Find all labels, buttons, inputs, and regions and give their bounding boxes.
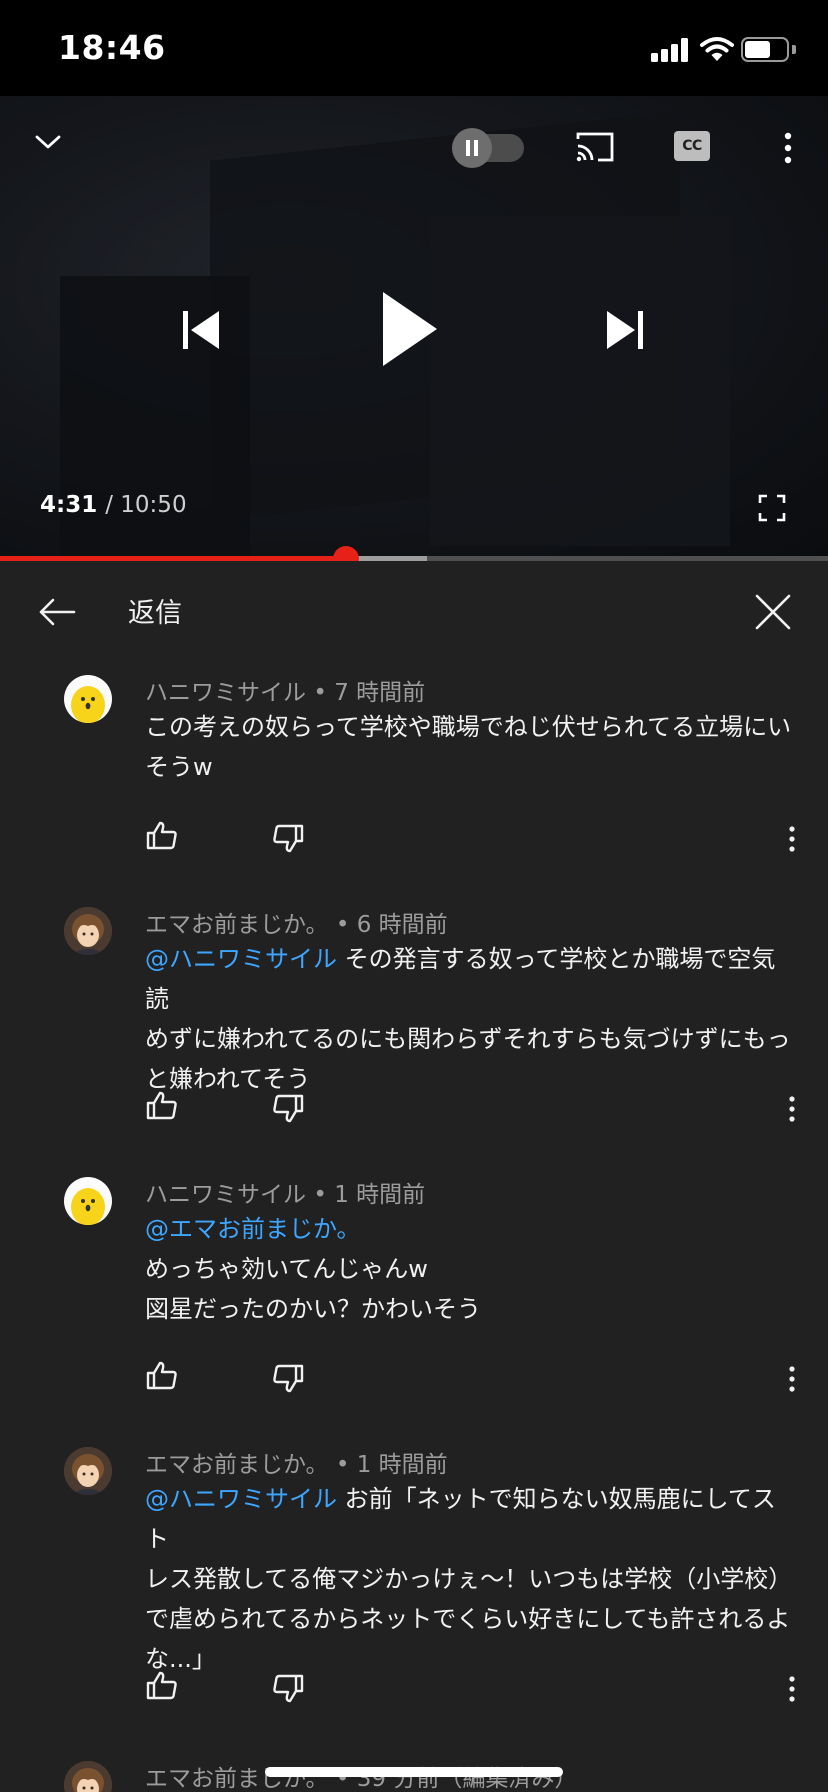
status-bar: 18:46 bbox=[0, 0, 828, 96]
collapse-button[interactable] bbox=[26, 120, 70, 164]
more-vert-icon bbox=[789, 1096, 795, 1122]
comment-actions bbox=[0, 1355, 828, 1399]
replies-title: 返信 bbox=[128, 598, 182, 629]
duration: / 10:50 bbox=[105, 492, 187, 518]
thumb-down-icon bbox=[273, 824, 304, 853]
avatar[interactable] bbox=[64, 1177, 112, 1225]
comment-more-button[interactable] bbox=[778, 819, 806, 859]
mention-link[interactable]: @ハニワミサイル bbox=[145, 1485, 337, 1513]
person-avatar bbox=[64, 1761, 112, 1792]
avatar[interactable] bbox=[64, 907, 112, 955]
comment-time: • 7 時間前 bbox=[313, 680, 426, 706]
comment-author[interactable]: エマお前まじか。 bbox=[145, 912, 329, 938]
comment-meta: ハニワミサイル • 7 時間前 bbox=[145, 673, 425, 707]
comment-line: @ハニワミサイル お前「ネットで知らない奴馬鹿にしてスト bbox=[145, 1479, 795, 1559]
comment-line: この考えの奴らって学校や職場でねじ伏せられてる立場にい bbox=[145, 713, 792, 741]
more-vert-icon bbox=[789, 1676, 795, 1702]
next-button[interactable] bbox=[600, 300, 650, 360]
comment-line: めっちゃ効いてんじゃんw bbox=[145, 1255, 428, 1283]
comment-text: @ハニワミサイル お前「ネットで知らない奴馬鹿にしてスト レス発散してる俺マジか… bbox=[145, 1479, 795, 1679]
dislike-button[interactable] bbox=[268, 819, 308, 859]
play-button[interactable] bbox=[374, 284, 444, 374]
fullscreen-icon bbox=[758, 494, 786, 522]
wifi-icon bbox=[700, 37, 734, 61]
chick-avatar bbox=[71, 1188, 105, 1225]
skip-previous-icon bbox=[183, 311, 219, 349]
previous-button[interactable] bbox=[176, 300, 226, 360]
like-button[interactable] bbox=[142, 1665, 182, 1705]
avatar[interactable] bbox=[64, 1761, 112, 1792]
cellular-signal-icon bbox=[651, 38, 689, 62]
cast-icon bbox=[576, 132, 614, 162]
mention-link[interactable]: @ハニワミサイル bbox=[145, 945, 337, 973]
cast-button[interactable] bbox=[570, 126, 620, 168]
comment-actions bbox=[0, 815, 828, 859]
comment-meta: エマお前まじか。 • 1 時間前 bbox=[145, 1445, 448, 1479]
comment-author[interactable]: ハニワミサイル bbox=[145, 680, 306, 706]
replies-header: 返信 bbox=[0, 561, 828, 661]
comment-line: めずに嫌われてるのにも関わらずそれすらも気づけずにもっ bbox=[145, 1025, 791, 1053]
captions-button[interactable]: CC bbox=[674, 131, 710, 161]
comment-meta: ハニワミサイル • 1 時間前 bbox=[145, 1175, 425, 1209]
fullscreen-button[interactable] bbox=[752, 488, 792, 528]
close-button[interactable] bbox=[748, 587, 798, 637]
like-button[interactable] bbox=[142, 1355, 182, 1395]
dislike-button[interactable] bbox=[268, 1359, 308, 1399]
back-button[interactable] bbox=[34, 589, 80, 635]
comment-more-button[interactable] bbox=[778, 1669, 806, 1709]
comment-text: @ハニワミサイル その発言する奴って学校とか職場で空気読 めずに嫌われてるのにも… bbox=[145, 939, 795, 1099]
pause-toggle-icon bbox=[452, 128, 492, 168]
more-vert-icon bbox=[784, 132, 792, 164]
comment-author[interactable]: ハニワミサイル bbox=[145, 1182, 306, 1208]
thumb-up-icon bbox=[146, 1361, 177, 1390]
home-indicator[interactable] bbox=[265, 1767, 563, 1777]
comment-line: 図星だったのかい？かわいそう bbox=[145, 1295, 481, 1323]
status-time: 18:46 bbox=[58, 28, 166, 67]
comment-text: この考えの奴らって学校や職場でねじ伏せられてる立場にい そうw bbox=[145, 707, 795, 787]
skip-next-icon bbox=[607, 311, 643, 349]
play-icon bbox=[383, 292, 437, 366]
comment-line: で虐められてるからネットでくらい好きにしても許されるよ bbox=[145, 1605, 791, 1633]
comment-more-button[interactable] bbox=[778, 1359, 806, 1399]
battery-level bbox=[745, 41, 770, 58]
mention-link[interactable]: @エマお前まじか。 bbox=[145, 1209, 795, 1249]
person-avatar bbox=[64, 907, 112, 955]
comment-actions bbox=[0, 1085, 828, 1129]
thumb-up-icon bbox=[146, 1091, 177, 1120]
player-more-button[interactable] bbox=[770, 126, 806, 170]
thumb-down-icon bbox=[273, 1364, 304, 1393]
comment-meta: エマお前まじか。 • 6 時間前 bbox=[145, 905, 448, 939]
comment-line: レス発散してる俺マジかっけぇ〜！いつもは学校（小学校） bbox=[145, 1565, 793, 1593]
avatar[interactable] bbox=[64, 1447, 112, 1495]
comment-time: • 1 時間前 bbox=[313, 1182, 426, 1208]
person-avatar bbox=[64, 1447, 112, 1495]
thumb-up-icon bbox=[146, 821, 177, 850]
thumb-down-icon bbox=[273, 1674, 304, 1703]
dislike-button[interactable] bbox=[268, 1089, 308, 1129]
avatar[interactable] bbox=[64, 675, 112, 723]
thumb-down-icon bbox=[273, 1094, 304, 1123]
comment-text: @エマお前まじか。 めっちゃ効いてんじゃんw 図星だったのかい？かわいそう bbox=[145, 1209, 795, 1329]
like-button[interactable] bbox=[142, 1085, 182, 1125]
dislike-button[interactable] bbox=[268, 1669, 308, 1709]
like-button[interactable] bbox=[142, 815, 182, 855]
arrow-left-icon bbox=[39, 598, 76, 626]
comment-time: • 6 時間前 bbox=[335, 912, 448, 938]
more-vert-icon bbox=[789, 1366, 795, 1392]
time-display: 4:31 / 10:50 bbox=[40, 492, 187, 518]
comment-line: そうw bbox=[145, 753, 213, 781]
comment-more-button[interactable] bbox=[778, 1089, 806, 1129]
close-icon bbox=[755, 594, 791, 630]
comment-time: • 1 時間前 bbox=[335, 1452, 448, 1478]
battery-icon bbox=[741, 37, 789, 62]
chevron-down-icon bbox=[35, 135, 61, 149]
comment-line: @ハニワミサイル その発言する奴って学校とか職場で空気読 bbox=[145, 939, 795, 1019]
current-time: 4:31 bbox=[40, 492, 98, 518]
chick-avatar bbox=[71, 686, 105, 723]
more-vert-icon bbox=[789, 826, 795, 852]
comment-author[interactable]: エマお前まじか。 bbox=[145, 1452, 329, 1478]
comment-actions bbox=[0, 1665, 828, 1709]
battery-cap bbox=[792, 45, 796, 54]
thumb-up-icon bbox=[146, 1671, 177, 1700]
